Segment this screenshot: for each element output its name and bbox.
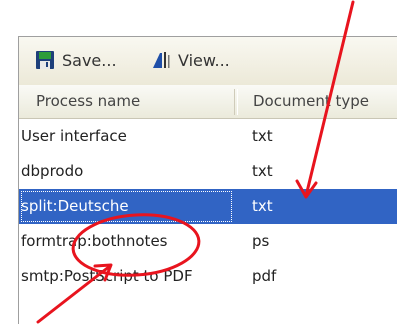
document-type-cell: txt — [252, 197, 273, 215]
document-type-cell: pdf — [252, 267, 277, 285]
process-name-cell: formtrap:bothnotes — [21, 232, 168, 250]
list-row[interactable]: formtrap:bothnotes ps — [19, 224, 397, 259]
view-document-icon — [153, 52, 170, 68]
process-list: User interface txt dbprodo txt split:Deu… — [19, 119, 397, 294]
floppy-disk-icon — [36, 51, 54, 69]
column-header-process-name[interactable]: Process name — [19, 85, 236, 118]
document-type-cell: txt — [252, 162, 273, 180]
toolbar: Save... View... — [19, 37, 397, 85]
document-type-cell: txt — [252, 127, 273, 145]
column-header-document-type[interactable]: Document type — [236, 85, 397, 118]
view-button[interactable]: View... — [151, 45, 230, 75]
list-row[interactable]: User interface txt — [19, 119, 397, 154]
save-button[interactable]: Save... — [35, 45, 117, 75]
list-row[interactable]: dbprodo txt — [19, 154, 397, 189]
save-button-label: Save... — [62, 50, 117, 70]
process-name-cell: split:Deutsche — [19, 189, 234, 224]
view-button-label: View... — [178, 50, 230, 70]
list-row[interactable]: smtp:PostScript to PDF pdf — [19, 259, 397, 294]
process-name-cell: smtp:PostScript to PDF — [21, 267, 193, 285]
process-list-panel: Save... View... Process name Document ty… — [18, 36, 397, 324]
process-name-cell: dbprodo — [21, 162, 84, 180]
list-row-selected[interactable]: split:Deutsche txt — [19, 189, 397, 224]
document-type-cell: ps — [252, 232, 270, 250]
process-name-cell: User interface — [21, 127, 127, 145]
list-header: Process name Document type — [19, 85, 397, 119]
